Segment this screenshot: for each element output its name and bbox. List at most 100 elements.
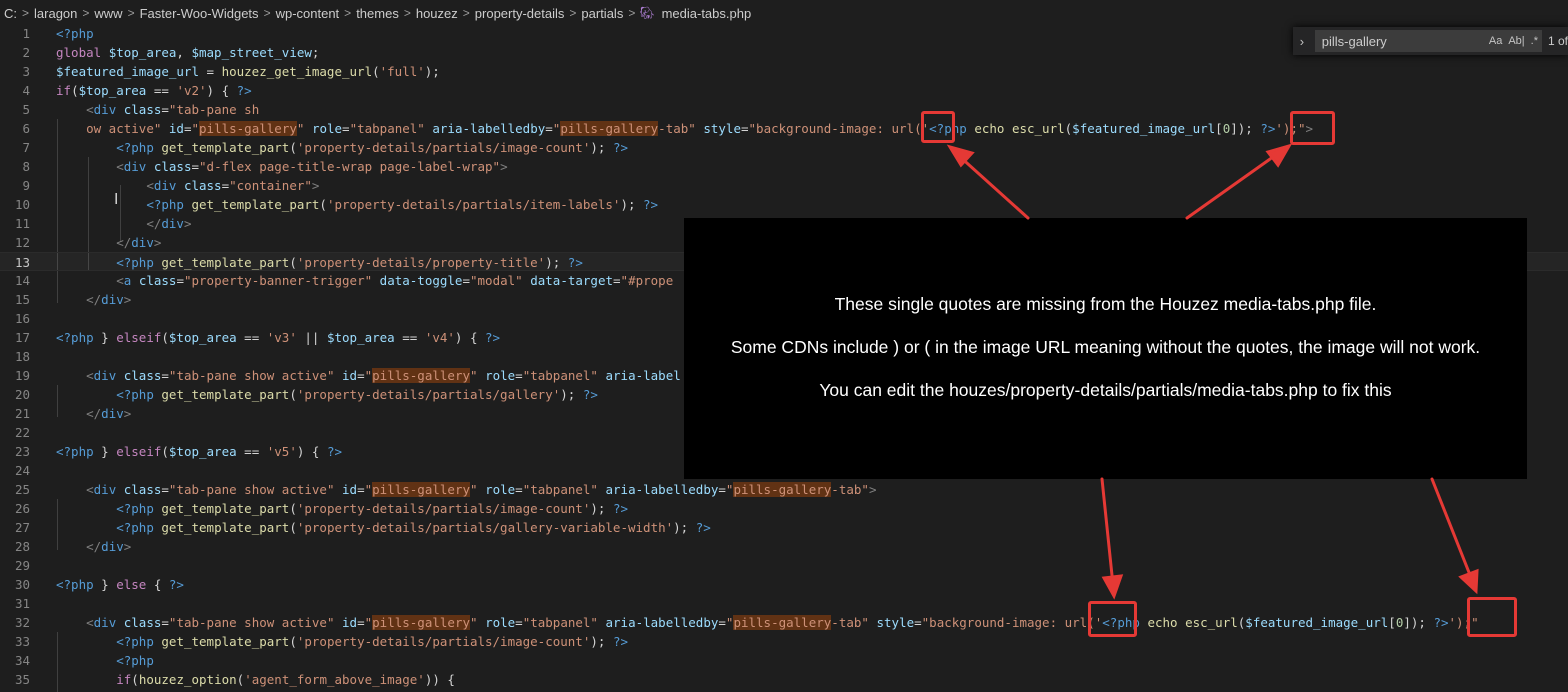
- line-number: 19: [14, 368, 30, 383]
- code-text: <div class="tab-pane sh: [86, 102, 260, 117]
- chevron-right-icon[interactable]: ›: [1293, 34, 1311, 49]
- line-number: 14: [14, 273, 30, 288]
- breadcrumb-item[interactable]: Faster-Woo-Widgets: [137, 6, 262, 21]
- code-line[interactable]: 26 <?php get_template_part('property-det…: [0, 499, 1568, 518]
- code-text: <?php get_template_part('property-detail…: [116, 140, 628, 155]
- line-number: 26: [14, 501, 30, 516]
- code-line[interactable]: 9 <div class="container">: [0, 176, 1568, 195]
- line-number: 6: [22, 121, 30, 136]
- breadcrumb-item[interactable]: www: [91, 6, 125, 21]
- code-text: <?php get_template_part('property-detail…: [146, 197, 659, 212]
- line-number: 8: [22, 159, 30, 174]
- code-line[interactable]: 8 <div class="d-flex page-title-wrap pag…: [0, 157, 1568, 176]
- code-text: </div>: [86, 539, 132, 554]
- line-number: 32: [14, 615, 30, 630]
- breadcrumb-item[interactable]: C:: [0, 6, 20, 21]
- code-line[interactable]: 31: [0, 594, 1568, 613]
- breadcrumb-item[interactable]: property-details: [472, 6, 568, 21]
- code-text: <div class="tab-pane show active" id="pi…: [86, 615, 1479, 630]
- line-number: 29: [14, 558, 30, 573]
- code-line[interactable]: 10 <?php get_template_part('property-det…: [0, 195, 1568, 214]
- annotation-callout: These single quotes are missing from the…: [684, 218, 1527, 479]
- line-number: 15: [14, 292, 30, 307]
- code-text: <?php get_template_part('property-detail…: [116, 501, 628, 516]
- annotation-highlight-box: [1088, 601, 1137, 637]
- line-number: 16: [14, 311, 30, 326]
- breadcrumb: C: > laragon > www > Faster-Woo-Widgets > wp…: [0, 0, 1568, 26]
- code-text: global $top_area, $map_street_view;: [56, 45, 320, 60]
- regex-toggle[interactable]: .*: [1528, 35, 1541, 47]
- line-number: 22: [14, 425, 30, 440]
- code-text: $featured_image_url = houzez_get_image_u…: [56, 64, 440, 79]
- line-number: 34: [14, 653, 30, 668]
- code-line[interactable]: 4 if($top_area == 'v2') { ?>: [0, 81, 1568, 100]
- annotation-highlight-box: [1290, 111, 1335, 145]
- line-number: 20: [14, 387, 30, 402]
- line-number: 24: [14, 463, 30, 478]
- line-number: 28: [14, 539, 30, 554]
- code-text: <?php } elseif($top_area == 'v5') { ?>: [56, 444, 343, 459]
- line-number: 23: [14, 444, 30, 459]
- chevron-right-icon: >: [628, 6, 636, 20]
- line-number: 9: [22, 178, 30, 193]
- find-query[interactable]: pills-gallery: [1316, 34, 1486, 49]
- line-number: 7: [22, 140, 30, 155]
- line-number: 30: [14, 577, 30, 592]
- breadcrumb-item[interactable]: themes: [353, 6, 402, 21]
- line-number: 35: [14, 672, 30, 687]
- chevron-right-icon: >: [569, 6, 577, 20]
- code-text: <?php get_template_part('property-detail…: [116, 387, 598, 402]
- code-text: <a class="property-banner-trigger" data-…: [116, 273, 674, 288]
- code-text: <div class="tab-pane show active" id="pi…: [86, 482, 877, 497]
- code-text: </div>: [86, 406, 132, 421]
- code-text: <?php get_template_part('property-detail…: [116, 255, 583, 270]
- annotation-highlight-box: [1467, 597, 1517, 637]
- match-count: 1 of: [1547, 34, 1568, 48]
- find-widget: › pills-gallery Aa Ab| .* 1 of: [1293, 27, 1568, 55]
- code-text: if(houzez_option('agent_form_above_image…: [116, 672, 455, 687]
- match-case-toggle[interactable]: Aa: [1486, 35, 1505, 47]
- line-number: 12: [14, 235, 30, 250]
- line-number: 31: [14, 596, 30, 611]
- code-line[interactable]: 33 <?php get_template_part('property-det…: [0, 632, 1568, 651]
- code-text: </div>: [146, 216, 192, 231]
- callout-line: You can edit the houzes/property-details…: [819, 380, 1392, 400]
- php-file-icon: 🐘︎: [639, 6, 655, 20]
- code-line[interactable]: 32 <div class="tab-pane show active" id=…: [0, 613, 1568, 632]
- line-number: 11: [14, 216, 30, 231]
- breadcrumb-item[interactable]: wp-content: [273, 6, 343, 21]
- code-line[interactable]: 27 <?php get_template_part('property-det…: [0, 518, 1568, 537]
- code-text: <div class="tab-pane show active" id="pi…: [86, 368, 681, 383]
- whole-word-toggle[interactable]: Ab|: [1505, 35, 1527, 47]
- code-line[interactable]: 28 </div>: [0, 537, 1568, 556]
- code-text: <?php get_template_part('property-detail…: [116, 520, 711, 535]
- code-text: </div>: [116, 235, 162, 250]
- code-line[interactable]: 29: [0, 556, 1568, 575]
- code-line[interactable]: 30 <?php } else { ?>: [0, 575, 1568, 594]
- code-line[interactable]: 3 $featured_image_url = houzez_get_image_…: [0, 62, 1568, 81]
- breadcrumb-file[interactable]: media-tabs.php: [659, 6, 755, 21]
- code-text: <?php } else { ?>: [56, 577, 184, 592]
- chevron-right-icon: >: [462, 6, 470, 20]
- chevron-right-icon: >: [263, 6, 271, 20]
- line-number: 1: [22, 26, 30, 41]
- line-number: 25: [14, 482, 30, 497]
- line-number: 33: [14, 634, 30, 649]
- code-text: <?php get_template_part('property-detail…: [116, 634, 628, 649]
- callout-line: These single quotes are missing from the…: [834, 294, 1377, 314]
- code-line[interactable]: 34 <?php: [0, 651, 1568, 670]
- code-text: <?php } elseif($top_area == 'v3' || $top…: [56, 330, 501, 345]
- chevron-right-icon: >: [403, 6, 411, 20]
- text-cursor-icon: I: [114, 190, 119, 208]
- breadcrumb-item[interactable]: houzez: [413, 6, 461, 21]
- line-number: 5: [22, 102, 30, 117]
- code-text: <div class="container">: [146, 178, 320, 193]
- find-input[interactable]: pills-gallery Aa Ab| .*: [1314, 30, 1542, 52]
- line-number: 21: [14, 406, 30, 421]
- line-number: 10: [14, 197, 30, 212]
- code-line[interactable]: 35 if(houzez_option('agent_form_above_im…: [0, 670, 1568, 689]
- breadcrumb-item[interactable]: laragon: [31, 6, 80, 21]
- code-text: <div class="d-flex page-title-wrap page-…: [116, 159, 508, 174]
- code-line[interactable]: 25 <div class="tab-pane show active" id=…: [0, 480, 1568, 499]
- breadcrumb-item[interactable]: partials: [578, 6, 626, 21]
